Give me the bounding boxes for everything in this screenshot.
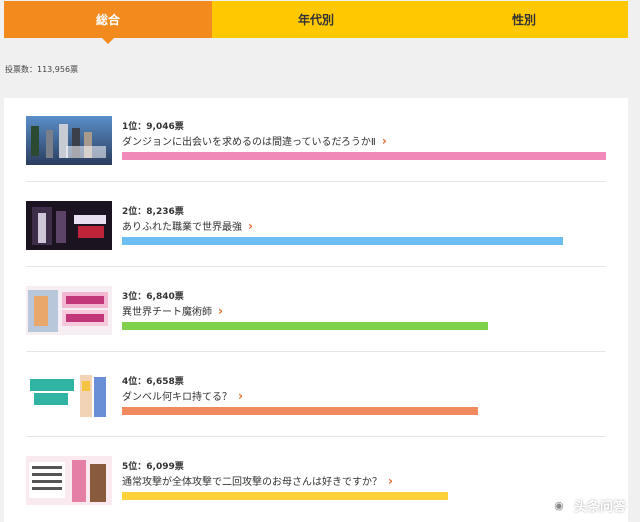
anime-title-link[interactable]: 異世界チート魔術師 › bbox=[122, 303, 223, 319]
anime-title-link[interactable]: ありふれた職業で世界最強 › bbox=[122, 218, 253, 234]
rank-votes: 3位：6,840票 bbox=[122, 292, 184, 302]
ranking-item: 1位：9,046票 ダンジョンに出会いを求めるのは間違っているだろうかⅡ › bbox=[26, 98, 606, 182]
vote-bar bbox=[122, 322, 488, 330]
ranking-item: 5位：6,099票 通常攻撃が全体攻撃で二回攻撃のお母さんは好きですか？ › bbox=[26, 438, 606, 522]
tab-overall[interactable]: 総合 bbox=[4, 1, 212, 44]
tab-by-age[interactable]: 年代別 bbox=[212, 1, 420, 38]
ranking-item: 3位：6,840票 異世界チート魔術師 › bbox=[26, 268, 606, 352]
anime-thumbnail[interactable] bbox=[26, 201, 112, 250]
anime-thumbnail[interactable] bbox=[26, 456, 112, 505]
rank-votes: 2位：8,236票 bbox=[122, 207, 184, 217]
rank-votes: 5位：6,099票 bbox=[122, 462, 184, 472]
ranking-item: 4位：6,658票 ダンベル何キロ持てる？ › bbox=[26, 353, 606, 437]
anime-thumbnail[interactable] bbox=[26, 286, 112, 335]
anime-title-link[interactable]: ダンベル何キロ持てる？ › bbox=[122, 388, 243, 404]
category-tabs: 総合 年代別 性別 bbox=[4, 1, 628, 44]
rank-votes: 4位：6,658票 bbox=[122, 377, 184, 387]
anime-title-link[interactable]: ダンジョンに出会いを求めるのは間違っているだろうかⅡ › bbox=[122, 133, 387, 149]
anime-thumbnail[interactable] bbox=[26, 371, 112, 420]
chevron-right-icon: › bbox=[248, 218, 253, 233]
ranking-panel: 1位：9,046票 ダンジョンに出会いを求めるのは間違っているだろうかⅡ › 2… bbox=[4, 98, 628, 522]
chevron-right-icon: › bbox=[218, 303, 223, 318]
anime-title-link[interactable]: 通常攻撃が全体攻撃で二回攻撃のお母さんは好きですか？ › bbox=[122, 473, 393, 489]
vote-total-text: 投票数：113,956票 bbox=[5, 65, 79, 74]
anime-title: ありふれた職業で世界最強 bbox=[122, 222, 242, 233]
chevron-right-icon: › bbox=[388, 473, 393, 488]
chevron-right-icon: › bbox=[381, 133, 387, 148]
tab-by-gender[interactable]: 性別 bbox=[420, 1, 628, 38]
watermark-logo-icon: ◉ bbox=[547, 494, 570, 516]
rank-votes: 1位：9,046票 bbox=[122, 122, 184, 132]
anime-thumbnail[interactable] bbox=[26, 116, 112, 165]
anime-title: ダンベル何キロ持てる？ bbox=[122, 392, 232, 403]
watermark: ◉ 头条问答 bbox=[547, 494, 626, 516]
anime-title: 異世界チート魔術師 bbox=[122, 307, 212, 318]
vote-bar bbox=[122, 152, 606, 160]
chevron-right-icon: › bbox=[238, 388, 243, 403]
anime-title: 通常攻撃が全体攻撃で二回攻撃のお母さんは好きですか？ bbox=[122, 477, 382, 488]
watermark-text: 头条问答 bbox=[573, 499, 626, 515]
vote-bar bbox=[122, 492, 448, 500]
vote-bar bbox=[122, 237, 563, 245]
ranking-item: 2位：8,236票 ありふれた職業で世界最強 › bbox=[26, 183, 606, 267]
vote-bar bbox=[122, 407, 478, 415]
anime-title: ダンジョンに出会いを求めるのは間違っているだろうかⅡ bbox=[122, 137, 376, 148]
